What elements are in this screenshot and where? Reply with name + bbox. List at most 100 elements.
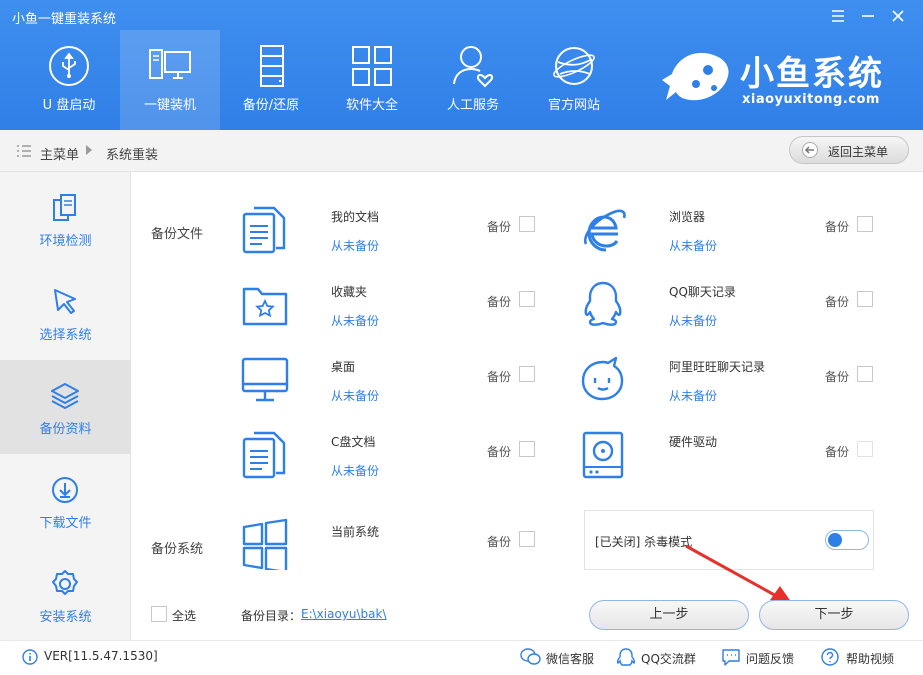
backup-label: 备份: [825, 295, 850, 309]
menu-icon[interactable]: [828, 6, 848, 26]
backup-checkbox-browser[interactable]: [857, 216, 873, 232]
cursor-icon: [54, 289, 76, 314]
brand-url: xiaoyuxitong.com: [742, 92, 880, 107]
item-status-desktop: 从未备份: [331, 389, 380, 403]
nav-label: U 盘启动: [42, 98, 96, 113]
documents-icon: [242, 206, 286, 254]
wechat-icon: [520, 648, 541, 665]
backup-label: 备份: [487, 370, 512, 384]
nav-software[interactable]: 软件大全: [322, 30, 422, 130]
backup-checkbox-desktop[interactable]: [519, 366, 535, 382]
backup-label: 备份: [487, 295, 512, 309]
nav-official-site[interactable]: 官方网站: [524, 30, 624, 130]
favorites-folder-icon: [242, 287, 288, 326]
computer-icon: [149, 49, 191, 79]
close-icon[interactable]: [888, 6, 908, 26]
nav-label: 软件大全: [345, 98, 398, 113]
next-step-button[interactable]: 下一步: [759, 600, 909, 630]
item-name-c-docs: C盘文档: [331, 435, 376, 449]
nav-label: 官方网站: [547, 98, 600, 113]
minimize-icon[interactable]: [858, 6, 878, 26]
c-drive-docs-icon: [242, 431, 286, 479]
footer-bar: VER[11.5.47.1530] 微信客服 QQ交流群 问题反馈 帮助视频: [0, 640, 923, 675]
server-icon: [260, 45, 284, 87]
item-name-browser: 浏览器: [669, 210, 706, 224]
select-all-checkbox[interactable]: [151, 606, 167, 622]
globe-icon: [553, 47, 595, 85]
backup-label: 备份: [825, 220, 850, 234]
qq-penguin-icon: [584, 281, 622, 326]
footer-link-label: 帮助视频: [846, 652, 895, 666]
footer-link-label: 微信客服: [546, 652, 595, 666]
toggle-knob: [828, 533, 842, 547]
item-status-qq-chat: 从未备份: [669, 314, 718, 328]
backup-checkbox-drivers[interactable]: [857, 441, 873, 457]
layers-icon: [51, 383, 79, 409]
backup-label: 备份: [487, 445, 512, 459]
antivirus-toggle[interactable]: [825, 530, 869, 550]
sidebar-item-label: 环境检测: [39, 234, 92, 249]
backup-checkbox-current-system[interactable]: [519, 531, 535, 547]
sidebar-item-download[interactable]: 下载文件: [0, 454, 131, 548]
nav-human-service[interactable]: 人工服务: [423, 30, 523, 130]
nav-backup-restore[interactable]: 备份/还原: [221, 30, 321, 130]
item-status-wangwang: 从未备份: [669, 389, 718, 403]
sidebar: 环境检测 选择系统 备份资料 下载文件 安装系统: [0, 172, 131, 640]
prev-step-button[interactable]: 上一步: [589, 600, 749, 630]
backup-dir-link[interactable]: E:\xiaoyu\bak\: [301, 607, 387, 621]
item-name-favorites: 收藏夹: [331, 285, 368, 299]
backup-checkbox-my-docs[interactable]: [519, 216, 535, 232]
backup-dir-label: 备份目录：: [241, 609, 302, 623]
item-name-current-system: 当前系统: [331, 525, 380, 539]
footer-link-label: 问题反馈: [746, 652, 795, 666]
breadcrumb-separator-icon: [86, 145, 92, 155]
item-name-my-docs: 我的文档: [331, 210, 380, 224]
back-to-menu-button[interactable]: 返回主菜单: [789, 136, 909, 164]
item-name-qq-chat: QQ聊天记录: [669, 285, 736, 299]
settings-icon: [52, 570, 78, 595]
sidebar-item-label: 备份资料: [39, 422, 92, 437]
sidebar-item-env-check[interactable]: 环境检测: [0, 172, 131, 266]
item-name-desktop: 桌面: [331, 360, 356, 374]
brand-logo: 小鱼系统 xiaoyuxitong.com: [660, 42, 910, 112]
info-icon: [22, 649, 38, 665]
antivirus-mode-label: [已关闭] 杀毒模式: [595, 535, 693, 549]
hardware-driver-icon: [582, 431, 624, 479]
item-status-my-docs: 从未备份: [331, 239, 380, 253]
backup-checkbox-qq-chat[interactable]: [857, 291, 873, 307]
backup-checkbox-wangwang[interactable]: [857, 366, 873, 382]
footer-link-label: QQ交流群: [641, 652, 696, 666]
fish-logo-icon: [662, 52, 729, 101]
backup-label: 备份: [825, 445, 850, 459]
browser-icon: [583, 209, 626, 252]
user-heart-icon: [453, 46, 494, 88]
item-status-browser: 从未备份: [669, 239, 718, 253]
backup-label: 备份: [487, 220, 512, 234]
section-backup-system: 备份系统: [151, 542, 204, 557]
sidebar-item-backup-data[interactable]: 备份资料: [0, 360, 131, 454]
back-arrow-icon: [802, 142, 818, 158]
sidebar-item-label: 选择系统: [39, 328, 92, 343]
nav-label: 人工服务: [446, 98, 499, 113]
grid-icon: [352, 46, 392, 86]
section-backup-files: 备份文件: [151, 227, 204, 242]
item-name-drivers: 硬件驱动: [669, 435, 718, 449]
nav-usb-boot[interactable]: U 盘启动: [19, 30, 119, 130]
sidebar-item-select-system[interactable]: 选择系统: [0, 266, 131, 360]
backup-checkbox-favorites[interactable]: [519, 291, 535, 307]
nav-one-click-install[interactable]: 一键装机: [120, 30, 220, 130]
list-icon: [17, 145, 31, 157]
qq-icon: [616, 648, 636, 666]
breadcrumb-current: 系统重装: [106, 148, 159, 163]
desktop-monitor-icon: [241, 357, 289, 402]
item-status-favorites: 从未备份: [331, 314, 380, 328]
copy-icon: [53, 194, 76, 221]
select-all-label: 全选: [172, 609, 197, 623]
breadcrumb-root[interactable]: 主菜单: [40, 144, 79, 163]
backup-checkbox-c-docs[interactable]: [519, 441, 535, 457]
wangwang-icon: [581, 356, 624, 401]
usb-icon: [49, 46, 89, 86]
item-name-wangwang: 阿里旺旺聊天记录: [669, 360, 766, 374]
backup-label: 备份: [487, 535, 512, 549]
sidebar-item-install[interactable]: 安装系统: [0, 548, 131, 642]
